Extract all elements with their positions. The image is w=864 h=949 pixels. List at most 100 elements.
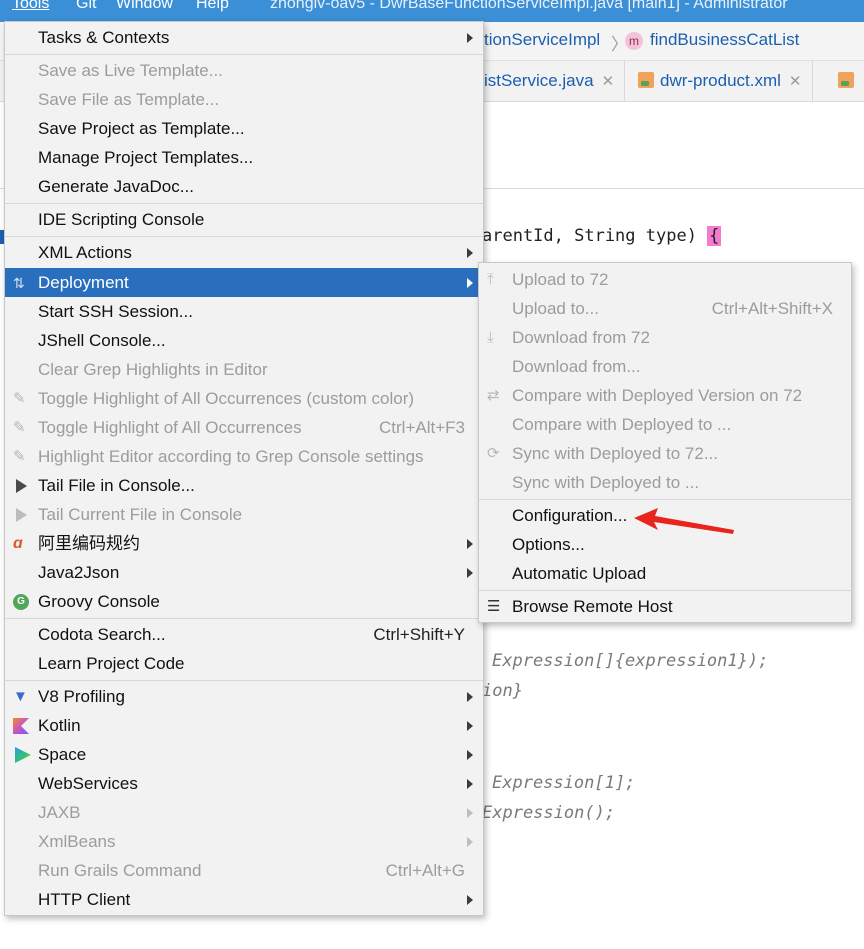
menu-item-tasks-contexts[interactable]: Tasks & Contexts [5,23,483,52]
main-menubar: Tools Git Window Help zhongiv-oav5 - Dwr… [0,0,864,22]
tab-label: dwr-product.xml [660,71,781,90]
upload-icon: ⤒ [487,271,494,288]
annotation-arrow-shape [634,508,734,534]
menu-item-manage-project-templates[interactable]: Manage Project Templates... [5,143,483,172]
menu-item-upload-to[interactable]: Upload to... Ctrl+Alt+Shift+X [479,294,851,323]
close-icon[interactable]: ✕ [789,73,802,90]
menu-item-upload-to-72[interactable]: ⤒ Upload to 72 [479,265,851,294]
submenu-arrow-icon [467,895,473,905]
submenu-arrow-icon [467,692,473,702]
brace-match: { [707,226,722,246]
submenu-arrow-icon [467,568,473,578]
tab-more[interactable] [828,61,864,101]
deployment-submenu: ⤒ Upload to 72 Upload to... Ctrl+Alt+Shif… [478,262,852,623]
menu-item-groovy-console[interactable]: G Groovy Console [5,587,483,616]
code-line: Expression[]{expression1}); [492,651,769,671]
play-icon [16,479,27,493]
menu-separator [5,54,483,55]
menu-item-webservices[interactable]: WebServices [5,769,483,798]
menu-separator [5,680,483,681]
tab-label: istService.java [484,71,594,90]
tab-list-service[interactable]: istService.java ✕ [474,61,626,101]
shortcut-label: Ctrl+Alt+Shift+X [711,299,833,318]
code-line: Expression[1]; [492,773,636,793]
menu-item-v8-profiling[interactable]: ▼ V8 Profiling [5,682,483,711]
submenu-arrow-icon [467,721,473,731]
menu-item-toggle-highlight-custom[interactable]: ✎ Toggle Highlight of All Occurrences (c… [5,384,483,413]
method-icon: m [625,32,643,50]
menu-item-http-client[interactable]: HTTP Client [5,885,483,914]
menu-item-save-file-template[interactable]: Save File as Template... [5,85,483,114]
compare-icon: ⇄ [487,387,500,404]
code-line: ion} [482,681,523,701]
menu-git[interactable]: Git [76,0,96,13]
menu-separator [5,236,483,237]
annotation-arrow-icon [634,508,734,534]
menu-separator [5,203,483,204]
menu-item-alibaba-coding[interactable]: ɑ 阿里编码规约 [5,529,483,558]
menu-item-download-from-72[interactable]: ⤓ Download from 72 [479,323,851,352]
v8-icon: ▼ [13,688,28,705]
window-title: zhongiv-oav5 - DwrBaseFunctionServiceImp… [270,0,788,12]
breadcrumb-method[interactable]: findBusinessCatList [650,30,799,50]
sync-icon: ⟳ [487,445,500,462]
highlighter-icon: ✎ [13,419,26,436]
menu-item-compare-deployed-to[interactable]: Compare with Deployed to ... [479,410,851,439]
shortcut-label: Ctrl+Alt+G [385,861,465,880]
menu-item-automatic-upload[interactable]: Automatic Upload [479,559,851,588]
menu-help[interactable]: Help [196,0,229,13]
menu-item-sync-deployed-72[interactable]: ⟳ Sync with Deployed to 72... [479,439,851,468]
menu-item-clear-grep-highlights[interactable]: Clear Grep Highlights in Editor [5,355,483,384]
alibaba-icon: ɑ [13,535,23,552]
menu-item-java2json[interactable]: Java2Json [5,558,483,587]
menu-item-start-ssh-session[interactable]: Start SSH Session... [5,297,483,326]
menu-item-learn-project-code[interactable]: Learn Project Code [5,649,483,678]
menu-item-codota-search[interactable]: Codota Search... Ctrl+Shift+Y [5,620,483,649]
xml-file-icon [638,72,654,88]
menu-item-jshell-console[interactable]: JShell Console... [5,326,483,355]
menu-item-sync-deployed-to[interactable]: Sync with Deployed to ... [479,468,851,497]
menu-item-save-live-template[interactable]: Save as Live Template... [5,56,483,85]
shortcut-label: Ctrl+Alt+F3 [379,418,465,437]
menu-item-jaxb[interactable]: JAXB [5,798,483,827]
shortcut-label: Ctrl+Shift+Y [373,625,465,644]
menu-item-browse-remote-host[interactable]: ☰ Browse Remote Host [479,592,851,621]
menu-window[interactable]: Window [116,0,173,13]
submenu-arrow-icon [467,750,473,760]
server-icon: ☰ [487,598,501,615]
breadcrumb-class[interactable]: tionServiceImpl [484,30,600,50]
xml-file-icon [838,72,854,88]
menu-item-xml-actions[interactable]: XML Actions [5,238,483,267]
menu-item-save-project-template[interactable]: Save Project as Template... [5,114,483,143]
menu-separator [479,590,851,591]
menu-item-ide-scripting-console[interactable]: IDE Scripting Console [5,205,483,234]
submenu-arrow-icon [467,33,473,43]
code-line: Expression(); [482,803,616,823]
highlighter-icon: ✎ [13,390,26,407]
menu-item-run-grails-command[interactable]: Run Grails Command Ctrl+Alt+G [5,856,483,885]
download-icon: ⤓ [487,329,494,346]
menu-item-highlight-grep-settings[interactable]: ✎ Highlight Editor according to Grep Con… [5,442,483,471]
menu-item-kotlin[interactable]: Kotlin [5,711,483,740]
menu-item-download-from[interactable]: Download from... [479,352,851,381]
menu-item-deployment[interactable]: ⇅ Deployment [5,268,483,297]
code-line: arentId, String type) { [482,226,722,246]
submenu-arrow-icon [467,808,473,818]
submenu-arrow-icon [467,278,473,288]
menu-item-compare-deployed-72[interactable]: ⇄ Compare with Deployed Version on 72 [479,381,851,410]
play-icon [16,508,27,522]
deployment-icon: ⇅ [13,275,25,291]
close-icon[interactable]: ✕ [602,73,615,90]
menu-item-xmlbeans[interactable]: XmlBeans [5,827,483,856]
menu-item-tail-current-file[interactable]: Tail Current File in Console [5,500,483,529]
menu-item-toggle-highlight[interactable]: ✎ Toggle Highlight of All Occurrences Ctr… [5,413,483,442]
submenu-arrow-icon [467,539,473,549]
groovy-icon: G [13,594,29,610]
menu-item-tail-file[interactable]: Tail File in Console... [5,471,483,500]
highlighter-icon: ✎ [13,448,26,465]
tab-dwr-product[interactable]: dwr-product.xml ✕ [628,61,813,101]
menu-item-generate-javadoc[interactable]: Generate JavaDoc... [5,172,483,201]
menu-item-space[interactable]: Space [5,740,483,769]
kotlin-icon [13,718,29,734]
menu-tools[interactable]: Tools [12,0,49,13]
